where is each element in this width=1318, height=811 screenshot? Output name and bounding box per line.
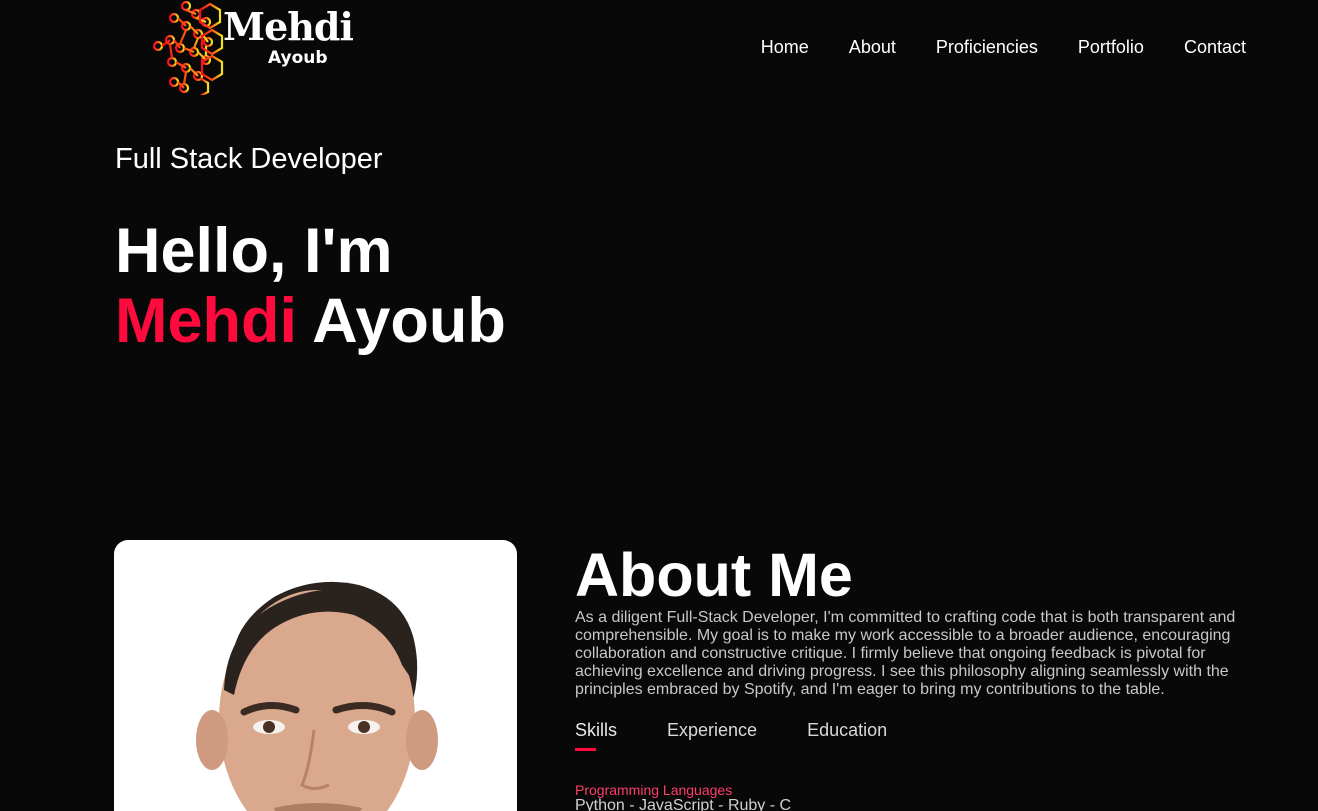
tab-experience[interactable]: Experience (667, 720, 757, 751)
tab-education[interactable]: Education (807, 720, 887, 751)
page: Mehdi Ayoub Home About Proficiencies Por… (0, 0, 1318, 811)
logo-subtitle: Ayoub (268, 48, 328, 68)
site-logo[interactable]: Mehdi Ayoub (150, 0, 354, 95)
profile-photo (114, 540, 517, 811)
nav-home[interactable]: Home (761, 37, 809, 57)
about-description: As a diligent Full-Stack Developer, I'm … (575, 609, 1236, 698)
hero-last-name: Ayoub (312, 286, 506, 356)
skill-category: Programming Languages (575, 782, 733, 798)
nav-about[interactable]: About (849, 37, 896, 57)
nav-portfolio[interactable]: Portfolio (1078, 37, 1144, 57)
logo-title: Mehdi (223, 4, 354, 49)
profile-avatar (196, 581, 438, 811)
nav-proficiencies[interactable]: Proficiencies (936, 37, 1038, 57)
tab-skills[interactable]: Skills (575, 720, 617, 751)
hexagon-network-icon (152, 0, 224, 95)
hero-name: Mehdi Ayoub (115, 288, 506, 354)
hero-first-name: Mehdi (115, 286, 297, 356)
skill-items: Python - JavaScript - Ruby - C (575, 797, 792, 811)
about-title: About Me (575, 541, 853, 609)
hero-subtitle: Full Stack Developer (115, 143, 383, 175)
hero-greeting: Hello, I'm (115, 216, 393, 286)
about-tabs: Skills Experience Education (575, 720, 887, 751)
main-nav: Home About Proficiencies Portfolio Conta… (761, 37, 1246, 57)
nav-contact[interactable]: Contact (1184, 37, 1246, 57)
